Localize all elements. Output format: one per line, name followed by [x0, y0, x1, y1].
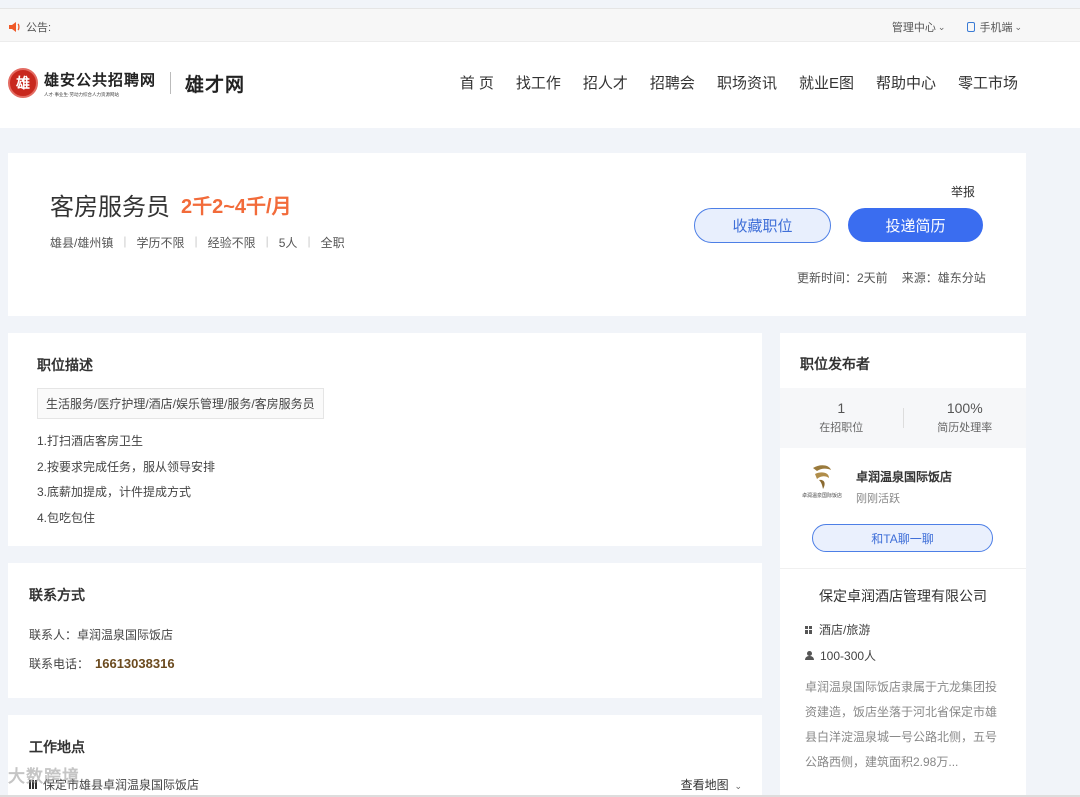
company-size-text: 100-300人 [820, 649, 877, 663]
contact-card: 联系方式 联系人：卓润温泉国际饭店 联系电话： 16613038316 [8, 563, 762, 698]
notice: 公告: [8, 19, 51, 35]
phone-icon [967, 22, 976, 32]
contact-person-value: 卓润温泉国际饭店 [77, 628, 174, 642]
job-location: 雄县/雄州镇 [50, 236, 114, 250]
chevron-down-icon: ⌄ [937, 21, 946, 32]
view-map-label: 查看地图 [680, 778, 729, 792]
company-name[interactable]: 保定卓润酒店管理有限公司 [780, 586, 1026, 606]
section-title: 职位发布者 [800, 356, 870, 372]
job-type: 全职 [320, 236, 345, 250]
chevron-down-icon: ⌄ [1014, 21, 1022, 32]
nav-item-help[interactable]: 帮助中心 [876, 72, 936, 93]
company-logo-icon [813, 465, 831, 489]
resume-rate-label: 简历处理率 [937, 422, 993, 434]
notice-bar: 公告: 管理中心 ⌄ 手机端 ⌄ [0, 8, 1080, 42]
job-title: 客房服务员 [50, 194, 170, 221]
divider [780, 568, 1026, 569]
company-logo-text: 卓润温泉国际饭店 [801, 493, 842, 499]
job-description-card: 职位描述 生活服务/医疗护理/酒店/娱乐管理/服务/客房服务员 1.打扫酒店客房… [8, 333, 762, 546]
person-icon [805, 651, 814, 660]
description-line: 4.包吃包住 [37, 510, 96, 525]
company-size: 100-300人 [805, 647, 876, 664]
notice-label: 公告: [26, 22, 52, 34]
chat-button[interactable]: 和TA聊一聊 [812, 524, 993, 552]
meta-separator: | [194, 234, 198, 248]
job-summary-card: 客房服务员 2千2~4千/月 雄县/雄州镇 | 学历不限 | 经验不限 | 5人… [8, 153, 1026, 316]
meta-separator: | [265, 234, 269, 248]
logo-title: 雄安公共招聘网 [44, 70, 157, 89]
company-industry-text: 酒店/旅游 [819, 623, 871, 637]
logo-divider [170, 72, 172, 94]
update-time: 更新时间：2天前 [797, 271, 888, 285]
chevron-down-icon: ⌄ [731, 781, 742, 791]
logo-seal: 雄 [8, 68, 38, 98]
nav-item-find-job[interactable]: 找工作 [516, 72, 561, 93]
nav-item-home[interactable]: 首 页 [460, 72, 494, 93]
contact-person: 联系人：卓润温泉国际饭店 [29, 626, 173, 643]
report-link[interactable]: 举报 [951, 183, 975, 200]
nav-item-map[interactable]: 就业E图 [799, 72, 854, 93]
job-salary: 2千2~4千/月 [181, 196, 292, 218]
speaker-icon [9, 22, 20, 32]
view-map-link[interactable]: 查看地图 ⌄ [681, 776, 742, 793]
partner-logo: 雄才网 [185, 73, 246, 96]
open-positions-count: 1 [837, 400, 846, 416]
job-headcount: 5人 [278, 236, 298, 250]
description-line: 2.按要求完成任务，服从领导安排 [37, 459, 216, 474]
company-industry: 酒店/旅游 [805, 621, 870, 638]
company-logo: 卓润温泉国际饭店 [800, 462, 844, 508]
contact-person-label: 联系人： [29, 628, 78, 642]
manage-center-label: 管理中心 [891, 22, 936, 34]
work-location-card: 工作地点 保定市雄县卓润温泉国际饭店 查看地图 ⌄ [8, 715, 762, 797]
section-title: 联系方式 [29, 587, 85, 603]
meta-separator: | [123, 234, 127, 248]
nav-item-recruit[interactable]: 招人才 [583, 72, 628, 93]
job-source: 来源：雄东分站 [901, 271, 986, 285]
watermark: 大数跨境 [8, 767, 80, 786]
job-education: 学历不限 [136, 236, 185, 250]
site-header: 雄 雄安公共招聘网 人才·事业生·劳动力综合人力资源网站 雄才网 首 页 找工作… [0, 42, 1080, 128]
job-category-tag: 生活服务/医疗护理/酒店/娱乐管理/服务/客房服务员 [37, 388, 324, 419]
manage-center-menu[interactable]: 管理中心 ⌄ [892, 19, 946, 35]
meta-separator: | [307, 234, 311, 248]
site-logo[interactable]: 雄 雄安公共招聘网 人才·事业生·劳动力综合人力资源网站 雄才网 [8, 68, 245, 98]
section-title: 工作地点 [29, 739, 85, 755]
resume-rate-value: 100% [946, 400, 983, 416]
nav-item-job-fair[interactable]: 招聘会 [650, 72, 695, 93]
open-positions-label: 在招职位 [819, 422, 864, 434]
job-description-text: 1.打扫酒店客房卫生 2.按要求完成任务，服从领导安排 3.底薪加提成，计件提成… [37, 429, 215, 531]
apply-resume-button[interactable]: 投递简历 [848, 208, 983, 242]
section-title: 职位描述 [37, 357, 93, 373]
contact-phone[interactable]: 16613038316 [95, 656, 175, 671]
update-info: 更新时间：2天前 来源：雄东分站 [797, 269, 986, 286]
publisher-profile: 卓润温泉国际饭店 卓润温泉国际饭店 刚刚活跃 [800, 462, 952, 508]
company-intro: 卓润温泉国际饭店隶属于亢龙集团投资建造，饭店坐落于河北省保定市雄县白洋淀温泉城一… [805, 680, 998, 769]
description-line: 3.底薪加提成，计件提成方式 [37, 485, 192, 499]
mobile-label: 手机端 [979, 22, 1013, 34]
publisher-stats: 1 在招职位 100% 简历处理率 [780, 388, 1026, 448]
publisher-name: 卓润温泉国际饭店 [856, 470, 953, 484]
main-nav: 首 页 找工作 招人才 招聘会 职场资讯 就业E图 帮助中心 零工市场 [460, 72, 1018, 93]
category-icon [805, 625, 813, 634]
description-line: 1.打扫酒店客房卫生 [37, 434, 144, 448]
job-meta: 雄县/雄州镇 | 学历不限 | 经验不限 | 5人 | 全职 [50, 234, 345, 251]
publisher-card: 职位发布者 1 在招职位 100% 简历处理率 卓润温泉国际饭店 卓润温泉国际饭… [780, 333, 1026, 797]
contact-phone-row: 联系电话： 16613038316 [29, 655, 175, 672]
nav-item-news[interactable]: 职场资讯 [717, 72, 777, 93]
nav-item-gig-market[interactable]: 零工市场 [958, 72, 1018, 93]
favorite-job-button[interactable]: 收藏职位 [694, 208, 831, 243]
contact-phone-label: 联系电话： [29, 657, 90, 671]
publisher-status: 刚刚活跃 [856, 493, 900, 505]
mobile-menu[interactable]: 手机端 ⌄ [967, 19, 1022, 35]
logo-subtitle: 人才·事业生·劳动力综合人力资源网站 [44, 91, 120, 98]
job-experience: 经验不限 [207, 236, 256, 250]
